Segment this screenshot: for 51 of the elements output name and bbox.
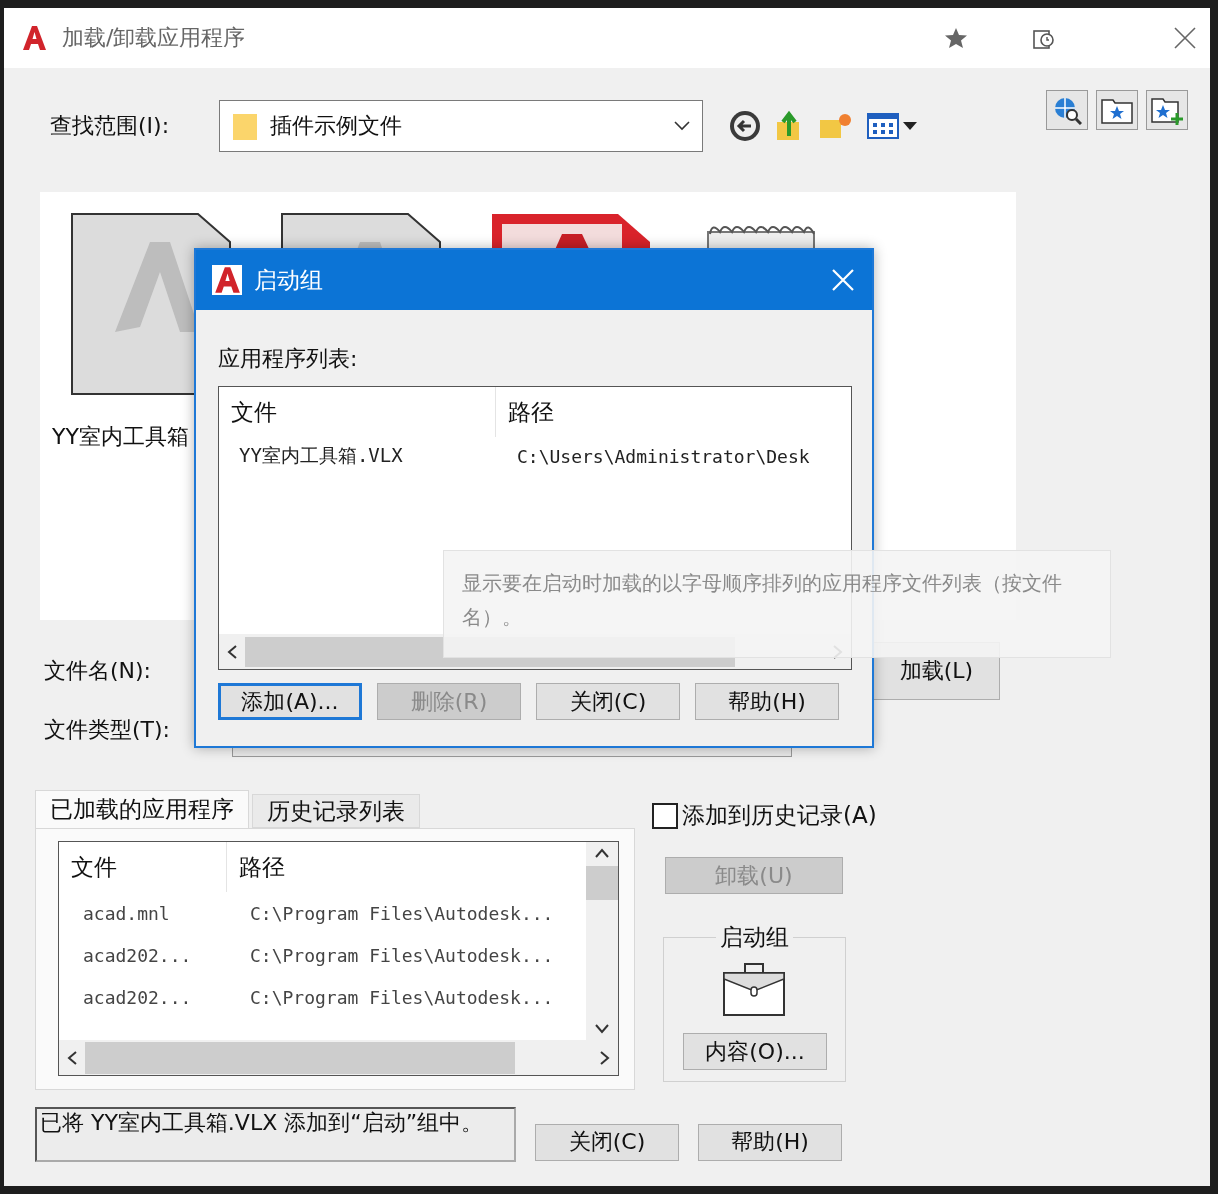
close-button[interactable]: 关闭(C): [535, 1123, 679, 1161]
tab[interactable]: 已加载的应用程序: [35, 790, 249, 828]
scroll-right-icon[interactable]: [600, 1049, 610, 1066]
dialog-button[interactable]: 帮助(H): [695, 683, 839, 720]
table-cell-text: C:\Users\Administrator\Desk: [516, 445, 811, 467]
table-cell-text: C:\Program Files\Autodesk...: [249, 902, 555, 924]
vertical-scrollbar[interactable]: [586, 842, 618, 1040]
help-button[interactable]: 帮助(H): [698, 1123, 842, 1161]
file-name: YY室内工具箱: [52, 423, 189, 451]
window-title: 加载/卸载应用程序: [62, 24, 246, 52]
app-logo-icon: [212, 265, 242, 295]
horizontal-scrollbar[interactable]: [59, 1040, 618, 1075]
tooltip: 显示要在启动时加载的以字母顺序排列的应用程序文件列表（按文件名）。: [443, 550, 1111, 658]
table-cell-text: acad202...: [82, 944, 193, 966]
table-cell-text: YY室内工具箱.VLX: [238, 443, 404, 468]
scroll-left-icon[interactable]: [67, 1049, 77, 1066]
list-label: 应用程序列表:: [218, 345, 359, 373]
folder-icon: [232, 111, 259, 141]
scroll-thumb[interactable]: [586, 866, 618, 900]
file-name-label: 文件名(N):: [44, 657, 153, 685]
close-icon[interactable]: [1174, 27, 1196, 49]
look-in-dropdown[interactable]: 插件示例文件: [219, 100, 704, 152]
dialog-button[interactable]: 添加(A)...: [218, 683, 362, 720]
briefcase-icon: [723, 963, 785, 1017]
star-icon[interactable]: [944, 27, 968, 49]
group-title: 启动组: [719, 923, 790, 952]
table-cell-text: acad202...: [82, 986, 193, 1008]
view-menu-icon[interactable]: [867, 112, 920, 140]
status-message: 已将 YY室内工具箱.VLX 添加到“启动”组中。: [35, 1107, 516, 1162]
scroll-left-icon[interactable]: [227, 643, 237, 660]
dialog-button[interactable]: 关闭(C): [536, 683, 680, 720]
column-header[interactable]: 文件: [219, 387, 495, 437]
contents-button[interactable]: 内容(O)...: [683, 1033, 827, 1070]
app-logo-icon: [20, 24, 48, 52]
add-to-favorites-button[interactable]: [1146, 90, 1188, 130]
column-header[interactable]: 文件: [59, 842, 226, 892]
favorites-folder-button[interactable]: [1096, 90, 1138, 130]
add-to-history-checkbox[interactable]: 添加到历史记录(A): [652, 800, 877, 831]
tab[interactable]: 历史记录列表: [252, 794, 420, 828]
look-in-label: 查找范围(I):: [50, 112, 170, 140]
web-search-button[interactable]: [1046, 90, 1088, 130]
table-cell-text: acad.mnl: [82, 902, 171, 924]
dialog-title: 启动组: [254, 265, 324, 295]
scroll-thumb[interactable]: [85, 1041, 515, 1074]
column-header[interactable]: 路径: [495, 387, 831, 437]
file-type-label: 文件类型(T):: [44, 715, 172, 744]
chevron-down-icon: [674, 121, 691, 131]
scroll-down-icon[interactable]: [594, 1024, 610, 1034]
table-cell-text: C:\Program Files\Autodesk...: [249, 986, 555, 1008]
scroll-up-icon[interactable]: [594, 848, 610, 858]
table-cell-text: C:\Program Files\Autodesk...: [249, 944, 555, 966]
